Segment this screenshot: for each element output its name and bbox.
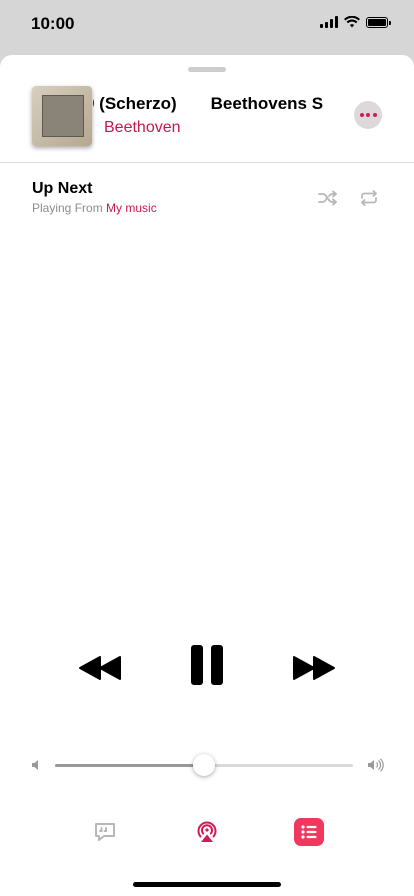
volume-low-icon — [32, 760, 38, 770]
now-playing-header: 9 (Scherzo) Beethovens S Beethoven — [0, 85, 414, 163]
track-title: 9 (Scherzo) — [93, 94, 177, 113]
airplay-icon[interactable] — [195, 820, 219, 844]
track-artist[interactable]: Beethoven — [104, 119, 181, 137]
ellipsis-icon — [359, 113, 364, 117]
queue-button[interactable] — [294, 818, 324, 846]
sheet-grabber[interactable] — [188, 67, 226, 72]
playing-from-label: Playing From My music — [32, 201, 157, 215]
signal-icon — [320, 16, 338, 28]
up-next-title: Up Next — [32, 180, 93, 197]
pause-icon — [191, 645, 203, 685]
wifi-icon — [344, 16, 360, 28]
bottom-toolbar — [0, 815, 414, 851]
track-title-marquee: 9 (Scherzo) Beethovens S — [93, 94, 327, 116]
playing-from-source[interactable]: My music — [106, 201, 157, 215]
status-time: 10:00 — [31, 14, 75, 33]
artwork-portrait — [42, 95, 84, 137]
volume-track-fill — [55, 764, 204, 767]
battery-icon — [366, 16, 391, 28]
notch — [96, 0, 318, 33]
volume-slider-knob[interactable] — [193, 754, 215, 776]
fast-forward-icon[interactable] — [292, 655, 336, 681]
volume-control — [0, 752, 414, 782]
home-indicator[interactable] — [133, 882, 281, 887]
shuffle-icon[interactable] — [318, 190, 338, 206]
more-options-button[interactable] — [354, 101, 382, 129]
volume-high-icon — [368, 758, 384, 772]
rewind-icon[interactable] — [78, 655, 122, 681]
lyrics-icon[interactable] — [93, 820, 117, 844]
queue-list-icon — [301, 825, 317, 839]
now-playing-sheet: 9 (Scherzo) Beethovens S Beethoven Up Ne… — [0, 55, 414, 896]
repeat-icon[interactable] — [359, 190, 379, 206]
pause-button[interactable] — [190, 645, 224, 687]
divider — [0, 162, 414, 163]
playing-from-prefix: Playing From — [32, 201, 103, 215]
playback-controls — [0, 645, 414, 691]
status-icons — [320, 16, 391, 28]
status-bar: 10:00 — [0, 0, 414, 50]
track-title-repeat: Beethovens S — [210, 94, 324, 113]
album-artwork[interactable] — [32, 86, 92, 146]
